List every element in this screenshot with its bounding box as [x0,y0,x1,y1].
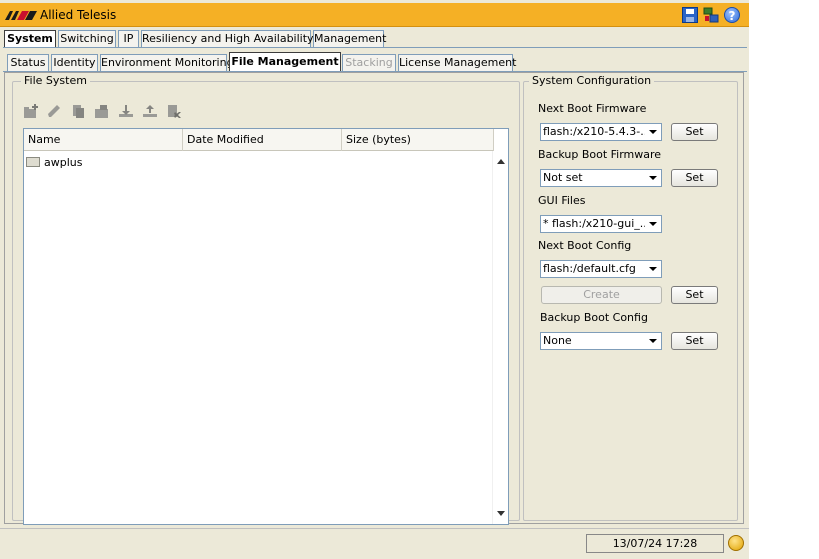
tab-management[interactable]: Management [313,30,386,48]
scroll-up-arrow-icon[interactable] [497,159,505,164]
next-boot-config-label: Next Boot Config [538,239,632,252]
file-table[interactable]: Name Date Modified Size (bytes) awplus [23,128,509,525]
gui-files-select[interactable]: * flash:/x210-gui_... [540,215,662,233]
tab-switching[interactable]: Switching [58,30,116,48]
gui-files-label: GUI Files [538,194,586,207]
table-row[interactable]: awplus [26,155,82,171]
allied-telesis-logo-icon [5,11,37,20]
gui-files-value: * flash:/x210-gui_... [543,217,645,230]
file-name: awplus [44,156,83,169]
subtab-identity[interactable]: Identity [51,54,98,72]
scroll-down-arrow-icon[interactable] [497,511,505,516]
backup-boot-config-value: None [543,334,572,347]
save-icon[interactable] [682,7,698,23]
help-icon[interactable]: ? [724,7,740,23]
next-boot-config-value: flash:/default.cfg [543,262,636,275]
network-icon[interactable] [703,7,719,23]
download-icon[interactable] [142,103,158,119]
column-date-modified[interactable]: Date Modified [183,129,342,151]
next-boot-firmware-value: flash:/x210-5.4.3-... [543,125,645,138]
create-config-button: Create [541,286,662,304]
tab-resiliency[interactable]: Resiliency and High Availability [141,30,314,48]
chevron-down-icon[interactable] [645,217,660,231]
tab-system[interactable]: System [4,30,56,48]
backup-boot-config-label: Backup Boot Config [540,311,648,324]
file-management-panel: File System Name Date Modified Size (byt… [4,72,744,525]
file-system-legend: File System [21,74,90,87]
column-name[interactable]: Name [24,129,183,151]
next-boot-firmware-set-button[interactable]: Set [671,123,718,141]
open-folder-icon[interactable] [94,103,110,119]
upload-icon[interactable] [118,103,134,119]
app-window: Allied Telesis ? System Switching IP Res… [0,0,749,559]
subtab-status[interactable]: Status [7,54,49,72]
app-title: Allied Telesis [40,8,117,22]
subtab-license-management[interactable]: License Management [398,54,516,72]
chevron-down-icon[interactable] [645,262,660,276]
status-bar: 13/07/24 17:28 [0,528,749,559]
tab-ip[interactable]: IP [118,30,139,48]
vertical-scrollbar[interactable] [492,151,508,524]
status-indicator-icon [728,535,744,551]
new-folder-icon[interactable] [23,103,39,119]
next-boot-firmware-select[interactable]: flash:/x210-5.4.3-... [540,123,662,141]
rename-icon[interactable] [46,103,62,119]
table-header: Name Date Modified Size (bytes) [24,129,494,151]
status-datetime: 13/07/24 17:28 [586,534,724,553]
title-bar: Allied Telesis ? [0,3,749,27]
chevron-down-icon[interactable] [645,125,660,139]
copy-icon[interactable] [70,103,86,119]
backup-boot-firmware-label: Backup Boot Firmware [538,148,662,161]
tab-row-divider [3,47,747,48]
next-boot-config-select[interactable]: flash:/default.cfg [540,260,662,278]
file-system-group: File System Name Date Modified Size (byt… [12,74,520,525]
backup-boot-firmware-value: Not set [543,171,583,184]
chevron-down-icon[interactable] [645,334,660,348]
delete-icon[interactable] [166,103,182,119]
chevron-down-icon[interactable] [645,171,660,185]
backup-boot-firmware-select[interactable]: Not set [540,169,662,187]
subtab-file-management[interactable]: File Management [229,52,341,72]
next-boot-config-set-button[interactable]: Set [671,286,718,304]
folder-icon [26,157,40,167]
backup-boot-config-set-button[interactable]: Set [671,332,718,350]
system-configuration-group: System Configuration Next Boot Firmware … [523,74,738,521]
system-configuration-legend: System Configuration [529,74,655,87]
subtab-stacking: Stacking [342,54,396,72]
backup-boot-config-select[interactable]: None [540,332,662,350]
column-size[interactable]: Size (bytes) [342,129,494,151]
backup-boot-firmware-set-button[interactable]: Set [671,169,718,187]
next-boot-firmware-label: Next Boot Firmware [538,102,647,115]
subtab-environment-monitoring[interactable]: Environment Monitoring [100,54,234,72]
